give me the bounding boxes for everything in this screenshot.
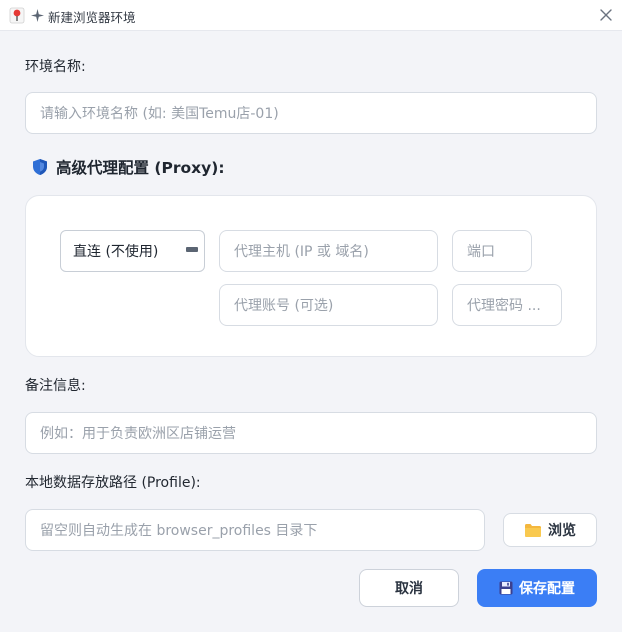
- proxy-pass-input[interactable]: 代理密码 ...: [452, 284, 562, 326]
- close-icon[interactable]: [596, 5, 616, 25]
- save-config-button[interactable]: 保存配置: [477, 569, 597, 607]
- notes-label: 备注信息:: [25, 378, 86, 394]
- profile-path-input[interactable]: 留空则自动生成在 browser_profiles 目录下: [25, 509, 485, 551]
- proxy-card: [25, 195, 597, 357]
- proxy-user-input[interactable]: 代理账号 (可选): [219, 284, 438, 326]
- proxy-host-input[interactable]: 代理主机 (IP 或 域名): [219, 230, 438, 272]
- cancel-button[interactable]: 取消: [359, 569, 459, 607]
- profile-label: 本地数据存放路径 (Profile):: [25, 475, 201, 491]
- profile-path-placeholder: 留空则自动生成在 browser_profiles 目录下: [40, 523, 318, 539]
- browse-button[interactable]: 浏览: [503, 513, 597, 547]
- sparkle-icon: [31, 9, 44, 22]
- shield-icon: [33, 159, 47, 175]
- save-label: 保存配置: [519, 581, 575, 597]
- proxy-host-placeholder: 代理主机 (IP 或 域名): [234, 244, 369, 260]
- cancel-label: 取消: [395, 581, 423, 597]
- app-pin-icon: [9, 7, 25, 24]
- folder-icon: [525, 523, 541, 537]
- window-titlebar: 新建浏览器环境: [0, 0, 622, 31]
- proxy-pass-placeholder: 代理密码 ...: [467, 298, 541, 314]
- proxy-section-label: 高级代理配置 (Proxy):: [56, 159, 225, 177]
- proxy-mode-value: 直连 (不使用): [73, 244, 159, 260]
- proxy-user-placeholder: 代理账号 (可选): [234, 298, 334, 314]
- window-title: 新建浏览器环境: [48, 10, 136, 25]
- browse-label: 浏览: [548, 523, 576, 539]
- notes-placeholder: 例如：用于负责欧洲区店铺运营: [40, 426, 236, 442]
- proxy-port-input[interactable]: 端口: [452, 230, 532, 272]
- env-name-input[interactable]: 请输入环境名称 (如: 美国Temu店-01): [25, 92, 597, 134]
- env-name-placeholder: 请输入环境名称 (如: 美国Temu店-01): [40, 106, 279, 122]
- proxy-section-title: 高级代理配置 (Proxy):: [32, 156, 225, 178]
- select-handle-icon: [186, 247, 198, 252]
- proxy-mode-select[interactable]: 直连 (不使用): [60, 230, 205, 272]
- notes-input[interactable]: 例如：用于负责欧洲区店铺运营: [25, 412, 597, 454]
- env-name-label: 环境名称:: [25, 59, 86, 75]
- floppy-disk-icon: [499, 581, 513, 595]
- proxy-port-placeholder: 端口: [467, 244, 495, 260]
